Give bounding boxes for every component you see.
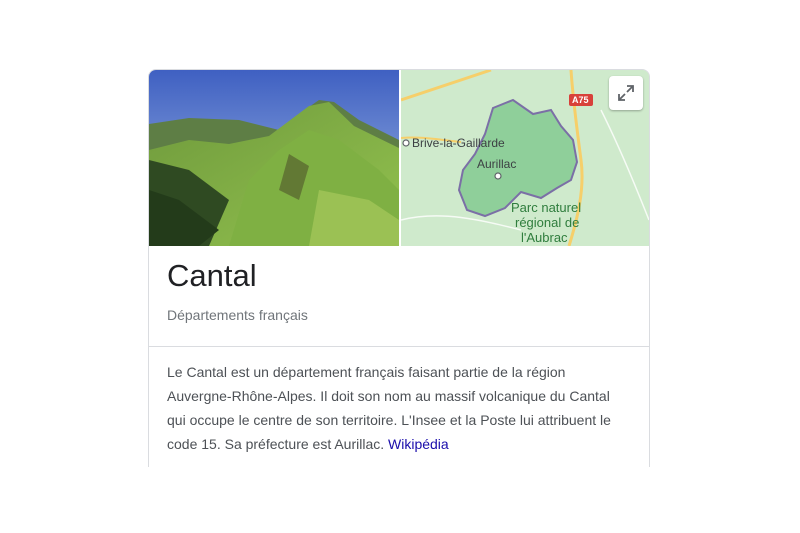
expand-map-button[interactable]: [609, 76, 643, 110]
map-label-aurillac: Aurillac: [477, 157, 516, 171]
aurillac-marker[interactable]: [494, 172, 502, 180]
divider: [149, 346, 649, 347]
map-label-park-2: régional de: [515, 215, 579, 230]
entity-subtitle: Départements français: [167, 307, 308, 323]
landscape-photo[interactable]: [149, 70, 399, 246]
map-label-park-3: l'Aubrac: [521, 230, 568, 245]
entity-title: Cantal: [167, 258, 257, 293]
expand-icon: [618, 85, 634, 101]
map-label-park-1: Parc naturel: [511, 200, 581, 215]
map-label-highway: A75: [572, 95, 589, 105]
media-strip: Brive-la-Gaillarde Aurillac Parc naturel…: [149, 70, 649, 246]
brive-marker[interactable]: [402, 139, 410, 147]
knowledge-panel: Brive-la-Gaillarde Aurillac Parc naturel…: [148, 69, 650, 467]
entity-description: Le Cantal est un département français fa…: [167, 360, 629, 456]
wikipedia-link[interactable]: Wikipédia: [388, 436, 449, 452]
map-label-brive: Brive-la-Gaillarde: [412, 136, 505, 150]
